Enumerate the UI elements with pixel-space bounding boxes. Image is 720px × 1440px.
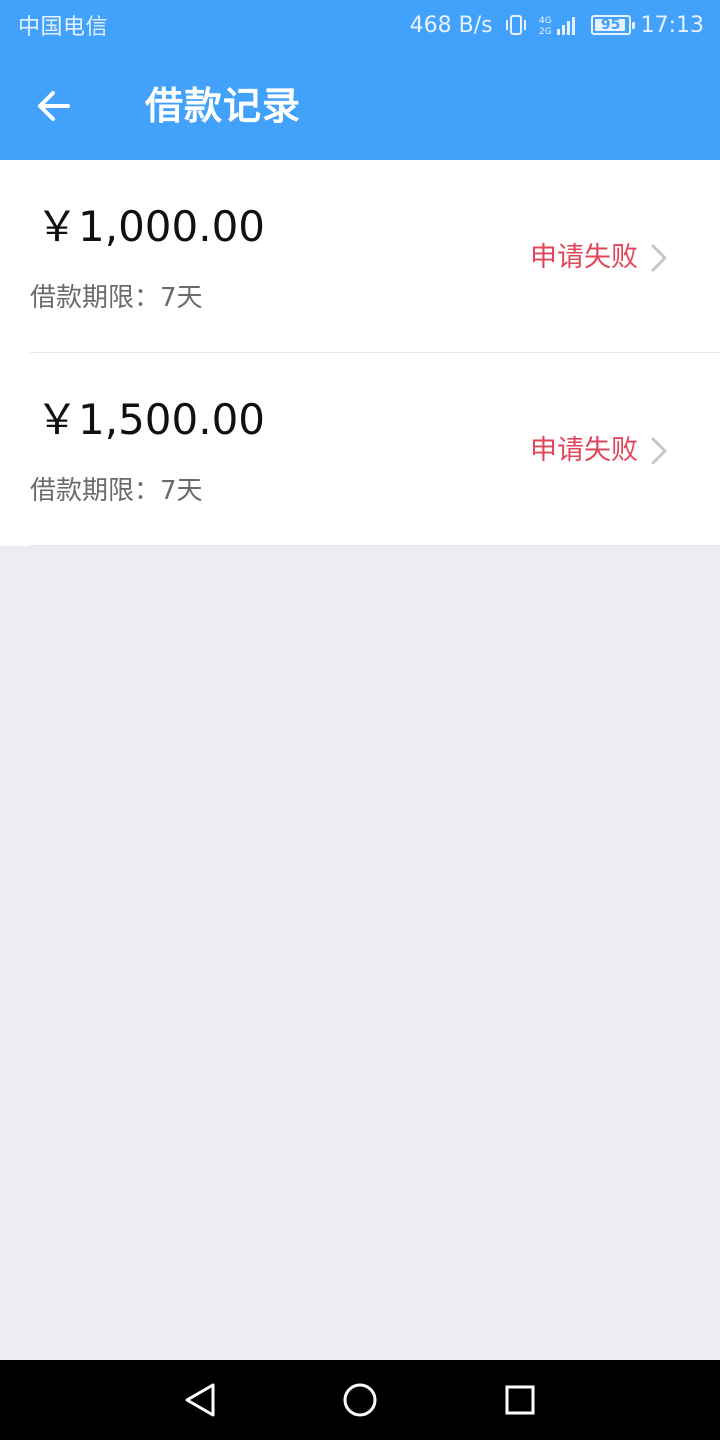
record-amount: ￥1,500.00 bbox=[36, 395, 266, 444]
status-text: 申请失败 bbox=[530, 242, 638, 273]
clock: 17:13 bbox=[640, 12, 704, 38]
recents-square-icon bbox=[505, 1385, 535, 1415]
status-indicators: 468 B/s 4G 2G 95 17:13 bbox=[410, 13, 704, 38]
record-amount: ￥1,000.00 bbox=[36, 202, 266, 251]
screen: 中国电信 468 B/s 4G 2G 95 17:13 借款记录 ￥1,000.… bbox=[0, 0, 720, 1440]
app-header: 借款记录 bbox=[0, 50, 720, 160]
nav-recents-button[interactable] bbox=[500, 1380, 540, 1420]
net-speed: 468 B/s bbox=[409, 12, 493, 38]
record-status: 申请失败 bbox=[530, 238, 668, 278]
page-title: 借款记录 bbox=[145, 84, 302, 128]
status-text: 申请失败 bbox=[530, 435, 638, 466]
record-list: ￥1,000.00 借款期限：7天 申请失败 ￥1,500.00 借款期限：7天… bbox=[0, 160, 720, 546]
record-item[interactable]: ￥1,500.00 借款期限：7天 申请失败 bbox=[0, 353, 720, 546]
record-term: 借款期限：7天 bbox=[30, 476, 203, 506]
battery-icon: 95 bbox=[590, 15, 635, 35]
battery-level: 95 bbox=[600, 17, 621, 33]
divider bbox=[30, 545, 720, 546]
status-bar: 中国电信 468 B/s 4G 2G 95 17:13 bbox=[0, 0, 720, 50]
chevron-right-icon bbox=[650, 243, 668, 273]
chevron-right-icon bbox=[650, 436, 668, 466]
home-circle-icon bbox=[343, 1383, 377, 1417]
nav-back-button[interactable] bbox=[180, 1380, 220, 1420]
back-button[interactable] bbox=[24, 78, 84, 134]
nav-home-button[interactable] bbox=[340, 1380, 380, 1420]
signal-4g-icon: 4G 2G bbox=[539, 13, 581, 37]
record-item[interactable]: ￥1,000.00 借款期限：7天 申请失败 bbox=[0, 160, 720, 353]
svg-text:2G: 2G bbox=[539, 27, 552, 37]
record-status: 申请失败 bbox=[530, 431, 668, 471]
back-triangle-icon bbox=[185, 1383, 215, 1417]
arrow-left-icon bbox=[38, 91, 70, 121]
carrier-label: 中国电信 bbox=[18, 15, 109, 40]
svg-text:4G: 4G bbox=[539, 16, 552, 26]
record-term: 借款期限：7天 bbox=[30, 283, 203, 313]
navigation-bar bbox=[0, 1360, 720, 1440]
vibrate-icon bbox=[503, 13, 529, 37]
